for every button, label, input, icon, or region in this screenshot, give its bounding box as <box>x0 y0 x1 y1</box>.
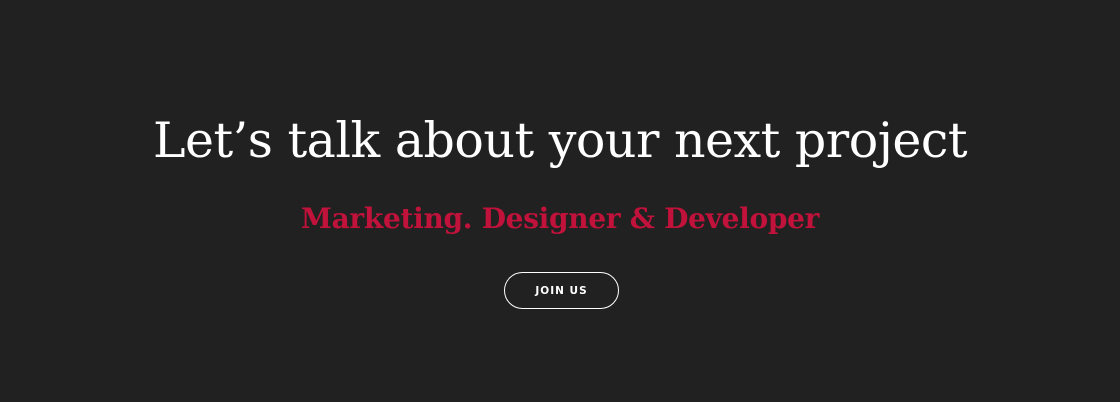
cta-section: Let’s talk about your next project Marke… <box>0 0 1120 402</box>
join-us-button[interactable]: JOIN US <box>504 272 619 309</box>
cta-headline: Let’s talk about your next project <box>152 112 968 169</box>
cta-subtitle: Marketing. Designer & Developer <box>300 202 820 235</box>
